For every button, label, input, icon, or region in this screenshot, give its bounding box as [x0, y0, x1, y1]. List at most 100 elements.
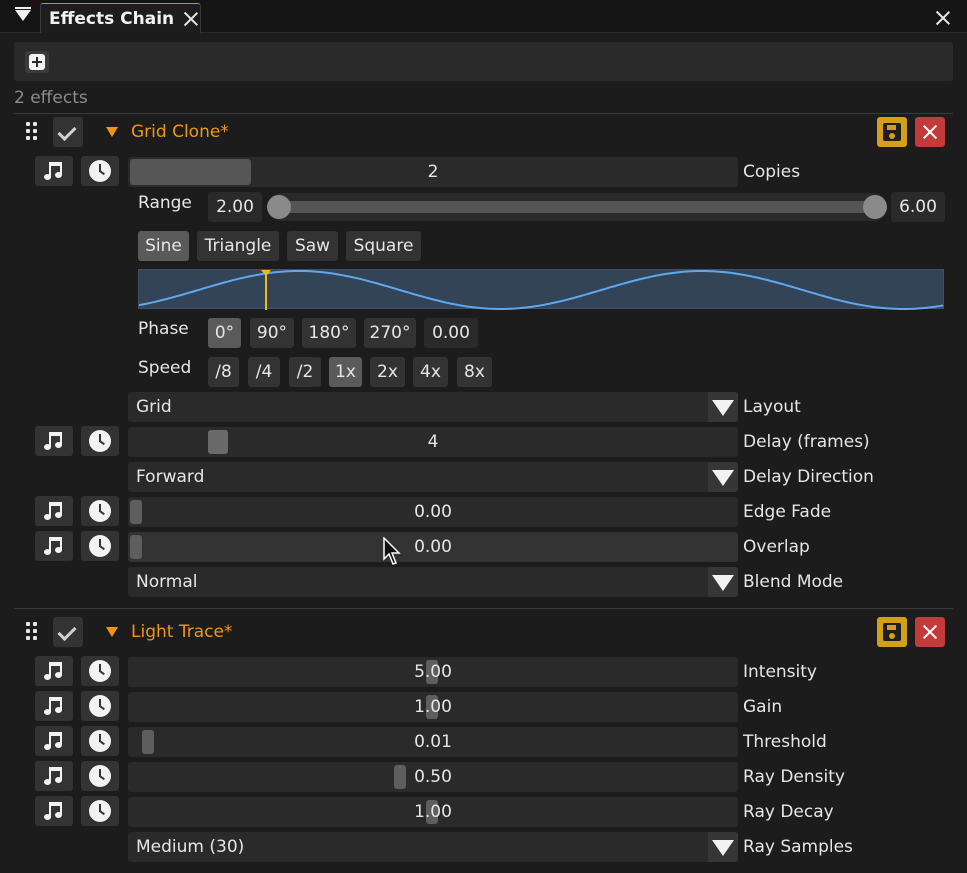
floppy-disk-icon — [883, 123, 901, 141]
waveform-curve — [139, 270, 944, 310]
clock-icon — [89, 535, 111, 557]
audio-react-button[interactable] — [35, 426, 73, 456]
range-min-handle[interactable] — [267, 195, 291, 219]
music-note-icon — [44, 431, 64, 451]
waveform-preview — [138, 269, 944, 310]
drag-handle-icon[interactable] — [26, 622, 40, 642]
tempo-sync-button[interactable] — [81, 761, 119, 791]
delay-direction-value: Forward — [136, 467, 205, 487]
gain-value: 1.00 — [414, 697, 452, 717]
ray-samples-dropdown[interactable]: Medium (30) — [128, 832, 738, 862]
tempo-sync-button[interactable] — [81, 531, 119, 561]
gain-label: Gain — [743, 697, 783, 717]
ray-density-slider[interactable]: 0.50 — [128, 762, 738, 792]
caret-down-icon[interactable] — [106, 127, 118, 137]
speed-2x[interactable]: 2x — [370, 357, 405, 387]
clock-icon — [89, 500, 111, 522]
audio-react-button[interactable] — [35, 796, 73, 826]
speed-div2[interactable]: /2 — [289, 357, 321, 387]
plus-square-icon — [29, 54, 45, 70]
blend-mode-value: Normal — [136, 572, 198, 592]
range-min-input[interactable]: 2.00 — [208, 192, 262, 222]
save-button[interactable] — [877, 117, 907, 147]
divider — [14, 113, 953, 114]
music-note-icon — [44, 501, 64, 521]
layout-dropdown[interactable]: Grid — [128, 392, 738, 422]
tempo-sync-button[interactable] — [81, 496, 119, 526]
audio-react-button[interactable] — [35, 726, 73, 756]
audio-react-button[interactable] — [35, 691, 73, 721]
tempo-sync-button[interactable] — [81, 691, 119, 721]
speed-div8[interactable]: /8 — [208, 357, 239, 387]
delete-button[interactable] — [915, 617, 945, 647]
tempo-sync-button[interactable] — [81, 796, 119, 826]
tempo-sync-button[interactable] — [81, 156, 119, 186]
phase-180[interactable]: 180° — [302, 318, 356, 348]
edge-fade-value: 0.00 — [414, 502, 452, 522]
effect-name[interactable]: Light Trace* — [131, 622, 232, 642]
save-button[interactable] — [877, 617, 907, 647]
tempo-sync-button[interactable] — [81, 426, 119, 456]
menu-triangle-icon[interactable] — [15, 7, 31, 21]
ray-decay-label: Ray Decay — [743, 802, 834, 822]
waveform-sine[interactable]: Sine — [138, 231, 189, 261]
layout-value: Grid — [136, 397, 172, 417]
phase-0[interactable]: 0° — [208, 318, 241, 348]
tempo-sync-button[interactable] — [81, 656, 119, 686]
waveform-saw[interactable]: Saw — [287, 231, 338, 261]
delete-button[interactable] — [915, 117, 945, 147]
gain-slider[interactable]: 1.00 — [128, 692, 738, 722]
copies-slider[interactable]: 2 — [128, 157, 738, 187]
delay-direction-dropdown[interactable]: Forward — [128, 462, 738, 492]
x-icon — [922, 624, 938, 640]
waveform-triangle[interactable]: Triangle — [197, 231, 279, 261]
enable-checkbox[interactable] — [53, 117, 83, 147]
drag-handle-icon[interactable] — [26, 122, 40, 142]
caret-down-icon[interactable] — [106, 627, 118, 637]
tempo-sync-button[interactable] — [81, 726, 119, 756]
clock-icon — [89, 430, 111, 452]
audio-react-button[interactable] — [35, 761, 73, 791]
threshold-value: 0.01 — [414, 732, 452, 752]
audio-react-button[interactable] — [35, 531, 73, 561]
enable-checkbox[interactable] — [53, 617, 83, 647]
range-fill — [279, 201, 875, 213]
ray-decay-slider[interactable]: 1.00 — [128, 797, 738, 827]
close-tab-icon[interactable] — [183, 11, 199, 27]
threshold-slider[interactable]: 0.01 — [128, 727, 738, 757]
music-note-icon — [44, 161, 64, 181]
add-effect-button[interactable] — [25, 51, 49, 73]
layout-label: Layout — [743, 397, 801, 417]
waveform-square[interactable]: Square — [346, 231, 421, 261]
delay-slider[interactable]: 4 — [128, 427, 738, 457]
speed-4x[interactable]: 4x — [413, 357, 448, 387]
overlap-slider[interactable]: 0.00 — [128, 532, 738, 562]
close-icon[interactable] — [935, 10, 951, 26]
music-note-icon — [44, 696, 64, 716]
speed-8x[interactable]: 8x — [457, 357, 492, 387]
intensity-label: Intensity — [743, 662, 817, 682]
chevron-down-icon — [708, 567, 738, 597]
phase-value-input[interactable]: 0.00 — [424, 318, 478, 348]
audio-react-button[interactable] — [35, 656, 73, 686]
blend-mode-dropdown[interactable]: Normal — [128, 567, 738, 597]
edge-fade-slider[interactable]: 0.00 — [128, 497, 738, 527]
effect-name[interactable]: Grid Clone* — [131, 122, 229, 142]
range-max-input[interactable]: 6.00 — [891, 192, 945, 222]
x-icon — [922, 124, 938, 140]
tab-title: Effects Chain — [49, 8, 175, 29]
phase-90[interactable]: 90° — [250, 318, 294, 348]
title-bar: Effects Chain — [0, 0, 967, 33]
clock-icon — [89, 660, 111, 682]
speed-div4[interactable]: /4 — [248, 357, 280, 387]
intensity-slider[interactable]: 5.00 — [128, 657, 738, 687]
blend-mode-label: Blend Mode — [743, 572, 844, 592]
audio-react-button[interactable] — [35, 496, 73, 526]
phase-270[interactable]: 270° — [364, 318, 416, 348]
mouse-cursor-icon — [383, 537, 401, 565]
range-max-handle[interactable] — [863, 195, 887, 219]
music-note-icon — [44, 766, 64, 786]
speed-1x[interactable]: 1x — [329, 357, 362, 387]
audio-react-button[interactable] — [35, 156, 73, 186]
tab-effects-chain[interactable]: Effects Chain — [40, 3, 201, 33]
